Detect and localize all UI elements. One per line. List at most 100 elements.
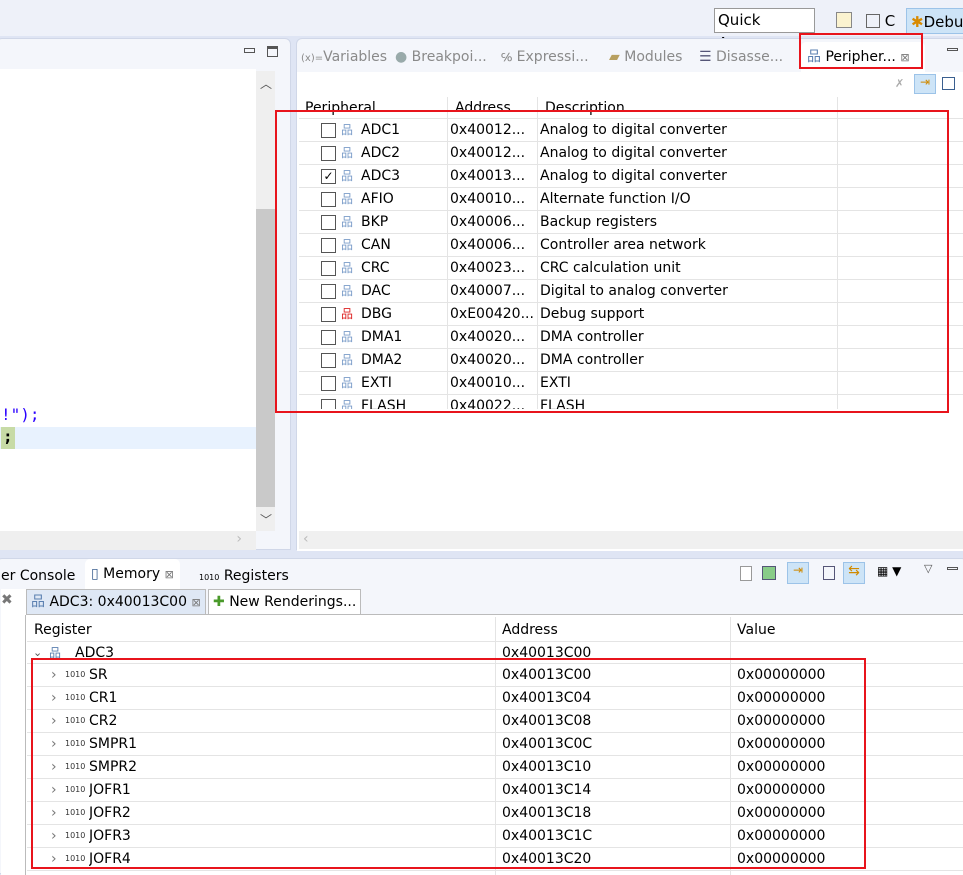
layout-icon[interactable] bbox=[823, 566, 835, 580]
column-header-address[interactable]: Address bbox=[502, 617, 558, 642]
peripheral-checkbox[interactable] bbox=[321, 261, 336, 276]
new-memory-monitor-icon[interactable] bbox=[740, 566, 752, 581]
peripheral-checkbox[interactable] bbox=[321, 192, 336, 207]
register-group-address: 0x40013C00 bbox=[502, 645, 592, 661]
peripheral-checkbox[interactable]: ✓ bbox=[321, 169, 336, 184]
code-area[interactable]: !"); ; bbox=[0, 69, 256, 531]
scroll-up-icon[interactable]: ︿ bbox=[260, 75, 272, 92]
expand-down-icon[interactable]: ⌄ bbox=[33, 642, 42, 664]
register-group-name: ADC3 bbox=[75, 645, 115, 661]
rendering-tab-adc3[interactable]: 品 ADC3: 0x40013C00 ⊠ bbox=[26, 589, 206, 615]
peripheral-checkbox[interactable] bbox=[321, 284, 336, 299]
expand-right-icon[interactable]: › bbox=[51, 848, 57, 870]
export-icon[interactable] bbox=[762, 566, 776, 580]
peripheral-row[interactable]: 品 ADC1 0x40012... Analog to digital conv… bbox=[299, 119, 963, 142]
peripheral-checkbox[interactable] bbox=[321, 376, 336, 391]
maximize-icon[interactable] bbox=[267, 46, 278, 57]
tab-disassembly[interactable]: ☰ Disasse... bbox=[699, 42, 783, 72]
tab-registers[interactable]: 1010 Registers bbox=[199, 561, 289, 591]
perspective-debug[interactable]: ✱Debu bbox=[906, 8, 963, 34]
peripheral-row[interactable]: 品 CAN 0x40006... Controller area network bbox=[299, 234, 963, 257]
scroll-right-icon[interactable]: › bbox=[236, 531, 242, 547]
peripheral-name: DAC bbox=[361, 283, 391, 299]
view-menu-icon[interactable]: ▦ ▼ bbox=[877, 564, 901, 578]
peripheral-row[interactable]: 品 AFIO 0x40010... Alternate function I/O bbox=[299, 188, 963, 211]
view-menu-chevron-icon[interactable]: ▽ bbox=[924, 562, 932, 575]
peripheral-checkbox[interactable] bbox=[321, 123, 336, 138]
swap-icon[interactable]: ⇆ bbox=[843, 562, 865, 584]
minimize-icon[interactable] bbox=[244, 48, 255, 53]
tab-variables[interactable]: (x)=Variables bbox=[301, 42, 387, 72]
peripheral-checkbox[interactable] bbox=[321, 330, 336, 345]
close-icon[interactable]: ⊠ bbox=[165, 568, 174, 581]
expand-right-icon[interactable]: › bbox=[51, 687, 57, 709]
register-address: 0x40013C00 bbox=[502, 667, 592, 683]
link-toggle-icon[interactable]: ⇥ bbox=[787, 562, 809, 584]
peripheral-row[interactable]: 品 EXTI 0x40010... EXTI bbox=[299, 372, 963, 395]
new-renderings-tab[interactable]: ✚ New Renderings... bbox=[208, 589, 362, 615]
horizontal-scrollbar[interactable]: ‹ bbox=[299, 531, 963, 549]
column-header-description[interactable]: Description bbox=[545, 97, 625, 120]
scroll-thumb[interactable] bbox=[256, 209, 275, 507]
peripheral-description: Alternate function I/O bbox=[540, 191, 691, 207]
minimize-icon[interactable] bbox=[947, 48, 958, 51]
minimize-icon[interactable] bbox=[947, 567, 958, 570]
peripheral-address: 0x40020... bbox=[450, 329, 526, 345]
close-icon[interactable]: ⊠ bbox=[900, 51, 909, 64]
peripheral-checkbox[interactable] bbox=[321, 307, 336, 322]
expand-right-icon[interactable]: › bbox=[51, 733, 57, 755]
peripheral-row[interactable]: 品 DAC 0x40007... Digital to analog conve… bbox=[299, 280, 963, 303]
expand-right-icon[interactable]: › bbox=[51, 802, 57, 824]
peripheral-row[interactable]: 品 CRC 0x40023... CRC calculation unit bbox=[299, 257, 963, 280]
link-toggle-icon[interactable]: ⇥ bbox=[914, 74, 936, 94]
peripheral-row[interactable]: 品 FLASH 0x40022... FLASH bbox=[299, 395, 963, 409]
tab-breakpoints[interactable]: ● Breakpoi... bbox=[395, 42, 487, 72]
tab-modules[interactable]: ▰ Modules bbox=[609, 42, 682, 72]
peripheral-row[interactable]: ✓ 品 ADC3 0x40013... Analog to digital co… bbox=[299, 165, 963, 188]
remove-icon[interactable]: ✖ bbox=[1, 592, 13, 608]
column-header-value[interactable]: Value bbox=[737, 617, 775, 642]
peripheral-icon: 品 bbox=[341, 192, 354, 206]
peripheral-checkbox[interactable] bbox=[321, 399, 336, 409]
peripheral-checkbox[interactable] bbox=[321, 353, 336, 368]
perspective-c[interactable]: C bbox=[866, 10, 895, 32]
current-line-highlight bbox=[0, 427, 256, 449]
horizontal-scrollbar[interactable]: › bbox=[0, 531, 256, 550]
clear-icon[interactable]: ✗ bbox=[895, 77, 909, 91]
memory-icon: ▯ bbox=[91, 566, 99, 582]
expand-right-icon[interactable]: › bbox=[51, 825, 57, 847]
peripheral-checkbox[interactable] bbox=[321, 146, 336, 161]
tab-label: Peripher... bbox=[825, 49, 896, 65]
peripheral-row[interactable]: 品 DBG 0xE00420... Debug support bbox=[299, 303, 963, 326]
expand-right-icon[interactable]: › bbox=[51, 779, 57, 801]
peripheral-row[interactable]: 品 DMA2 0x40020... DMA controller bbox=[299, 349, 963, 372]
peripheral-row[interactable]: 品 BKP 0x40006... Backup registers bbox=[299, 211, 963, 234]
collapse-all-icon[interactable] bbox=[942, 77, 955, 90]
expressions-icon: ℅ bbox=[501, 51, 513, 64]
peripheral-checkbox[interactable] bbox=[321, 238, 336, 253]
peripheral-checkbox[interactable] bbox=[321, 215, 336, 230]
tab-console[interactable]: er Console bbox=[1, 561, 75, 591]
scroll-left-icon[interactable]: ‹ bbox=[303, 531, 309, 547]
expand-right-icon[interactable]: › bbox=[51, 710, 57, 732]
column-header-address[interactable]: Address bbox=[455, 97, 511, 120]
quick-access-input[interactable]: Quick Access bbox=[714, 8, 815, 52]
register-address: 0x40013C08 bbox=[502, 713, 592, 729]
peripheral-name: BKP bbox=[361, 214, 389, 230]
tab-peripherals[interactable]: 品 Peripher... ⊠ bbox=[801, 42, 925, 72]
tab-memory[interactable]: ▯ Memory ⊠ bbox=[85, 559, 180, 589]
peripheral-row[interactable]: 品 DMA1 0x40020... DMA controller bbox=[299, 326, 963, 349]
vertical-scrollbar[interactable]: ︿ ﹀ bbox=[256, 71, 275, 531]
column-header-peripheral[interactable]: Peripheral bbox=[305, 97, 376, 120]
expand-right-icon[interactable]: › bbox=[51, 756, 57, 778]
tab-expressions[interactable]: ℅ Expressi... bbox=[501, 42, 589, 72]
peripheral-row[interactable]: 品 ADC2 0x40012... Analog to digital conv… bbox=[299, 142, 963, 165]
expand-right-icon[interactable]: › bbox=[51, 664, 57, 686]
close-icon[interactable]: ⊠ bbox=[191, 596, 200, 609]
peripheral-icon: 品 bbox=[31, 594, 45, 610]
register-value: 0x00000000 bbox=[737, 805, 826, 821]
scroll-down-icon[interactable]: ﹀ bbox=[260, 511, 272, 528]
peripheral-address: 0xE00420... bbox=[450, 306, 534, 322]
column-header-register[interactable]: Register bbox=[34, 617, 92, 642]
open-perspective-button[interactable] bbox=[836, 12, 852, 28]
